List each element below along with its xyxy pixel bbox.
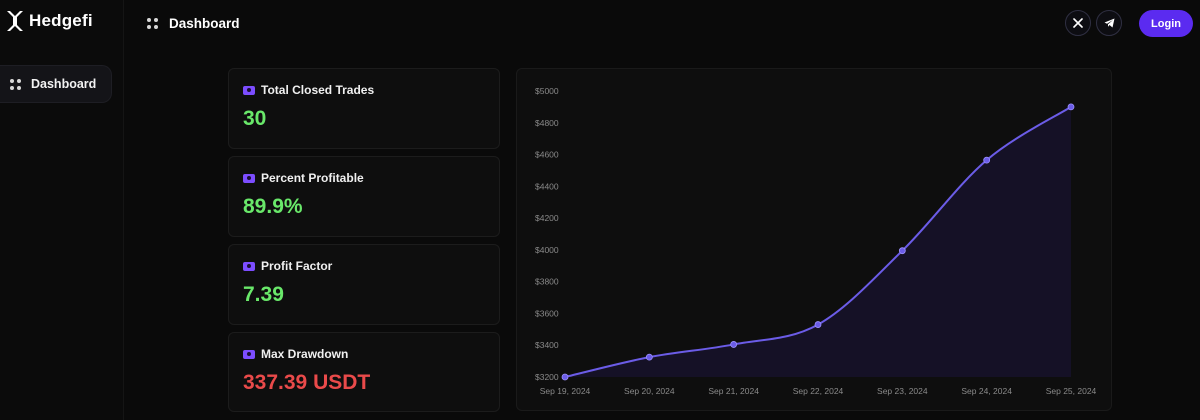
money-icon — [243, 261, 255, 271]
sidebar-item-dashboard[interactable]: Dashboard — [0, 65, 112, 103]
y-tick-label: $3600 — [535, 308, 559, 318]
x-tick-label: Sep 24, 2024 — [961, 386, 1012, 396]
x-tick-label: Sep 20, 2024 — [624, 386, 675, 396]
data-point — [730, 341, 738, 348]
sidebar: Hedgefi Dashboard — [0, 0, 124, 420]
stat-title: Percent Profitable — [261, 171, 364, 185]
data-point — [814, 321, 822, 328]
telegram-button[interactable] — [1096, 10, 1122, 36]
stat-title: Profit Factor — [261, 259, 333, 273]
grid-dots-icon — [10, 78, 21, 90]
data-point — [983, 156, 991, 164]
data-point — [645, 353, 653, 361]
money-icon — [243, 85, 255, 95]
y-tick-label: $4600 — [535, 150, 559, 160]
stat-card-total-closed-trades: Total Closed Trades 30 — [228, 68, 500, 149]
x-icon — [1073, 18, 1083, 28]
app-root: Hedgefi Dashboard Dashboard Login Total … — [0, 0, 1200, 420]
stat-value: 337.39 USDT — [243, 371, 371, 394]
series-area — [565, 106, 1071, 377]
x-tick-label: Sep 21, 2024 — [708, 386, 759, 396]
stat-title: Total Closed Trades — [261, 83, 375, 97]
stat-card-profit-factor: Profit Factor 7.39 — [228, 244, 500, 325]
y-tick-label: $3800 — [535, 277, 559, 287]
y-tick-label: $4200 — [535, 213, 559, 223]
telegram-icon — [1104, 18, 1114, 28]
grid-dots-icon — [147, 17, 158, 29]
y-tick-label: $4400 — [535, 181, 559, 191]
y-tick-label: $4800 — [535, 118, 559, 128]
page-title-label: Dashboard — [169, 15, 240, 31]
login-button[interactable]: Login — [1139, 10, 1193, 37]
x-button[interactable] — [1065, 10, 1091, 36]
stat-value: 89.9% — [243, 195, 303, 218]
stat-value: 30 — [243, 107, 267, 130]
sidebar-item-label: Dashboard — [31, 77, 97, 91]
y-tick-label: $4000 — [535, 245, 559, 255]
page-title: Dashboard — [147, 13, 240, 33]
brand-logo[interactable]: Hedgefi — [6, 9, 93, 33]
stat-card-max-drawdown: Max Drawdown 337.39 USDT — [228, 332, 500, 412]
money-icon — [243, 173, 255, 183]
stat-card-percent-profitable: Percent Profitable 89.9% — [228, 156, 500, 237]
brand-name: Hedgefi — [29, 11, 93, 30]
stat-title: Max Drawdown — [261, 347, 349, 361]
money-icon — [243, 349, 255, 359]
x-tick-label: Sep 25, 2024 — [1046, 386, 1097, 396]
stat-value: 7.39 — [243, 283, 284, 306]
balance-chart: $3200 $3400 $3600 $3800 $4000 $4200 $4400 $4600… — [516, 68, 1112, 411]
data-point — [1067, 103, 1075, 111]
x-tick-label: Sep 19, 2024 — [540, 386, 591, 396]
y-tick-label: $5000 — [535, 86, 559, 96]
x-tick-label: Sep 23, 2024 — [877, 386, 928, 396]
y-tick-label: $3200 — [535, 372, 559, 382]
x-tick-label: Sep 22, 2024 — [793, 386, 844, 396]
y-tick-label: $3400 — [535, 340, 559, 350]
logo-mark-icon — [7, 11, 23, 31]
data-point — [561, 373, 569, 381]
data-point — [898, 247, 906, 255]
balance-chart-svg: $3200 $3400 $3600 $3800 $4000 $4200 $4400 $4600… — [535, 86, 1097, 396]
